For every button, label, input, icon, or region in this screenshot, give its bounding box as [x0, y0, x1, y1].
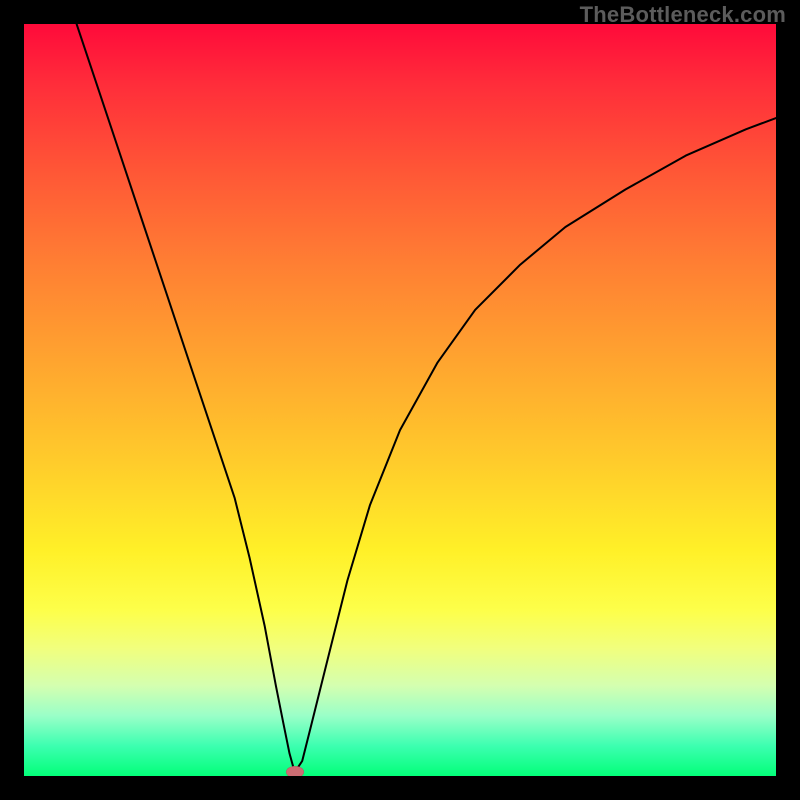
minimum-marker: [286, 766, 304, 776]
plot-area: [24, 24, 776, 776]
chart-frame: TheBottleneck.com: [0, 0, 800, 800]
watermark-text: TheBottleneck.com: [580, 2, 786, 28]
bottleneck-curve: [24, 24, 776, 776]
